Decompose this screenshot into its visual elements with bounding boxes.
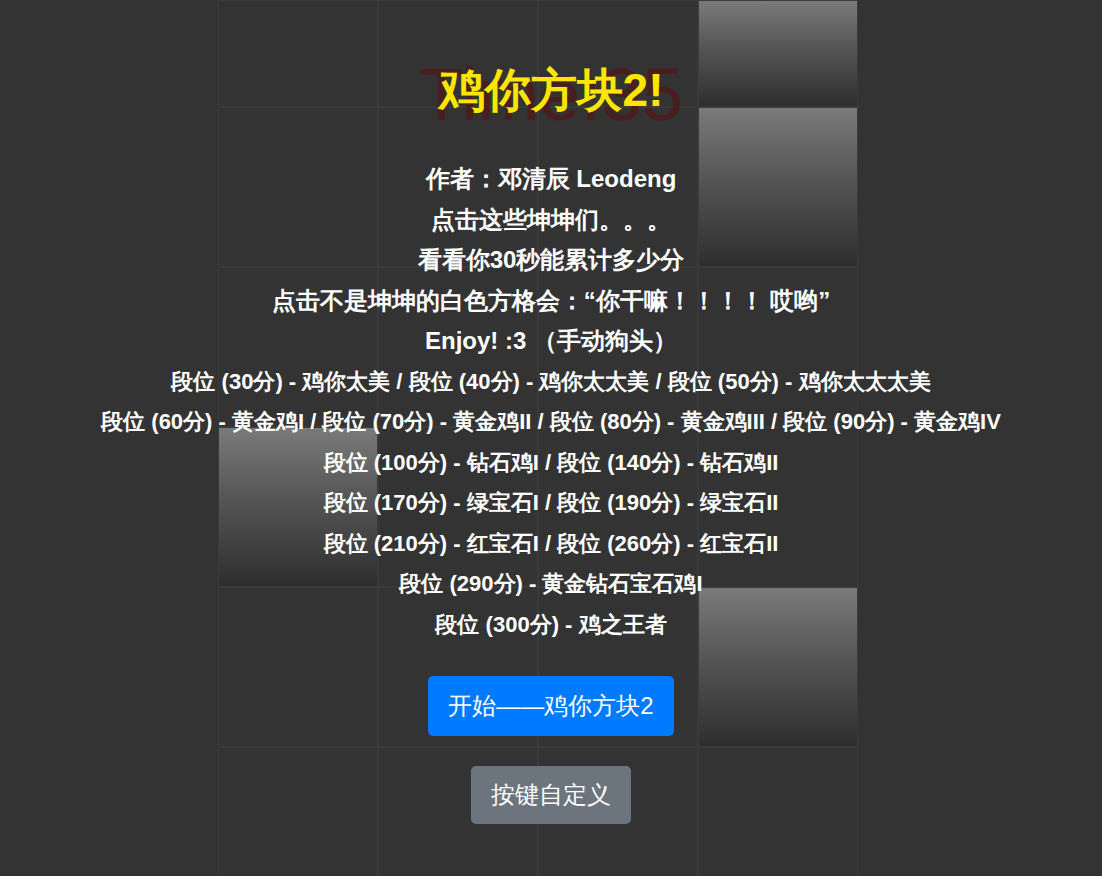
intro-line: 看看你30秒能累计多少分 xyxy=(418,240,685,281)
board-tile[interactable] xyxy=(698,587,858,747)
board-tile[interactable] xyxy=(218,747,378,876)
rank-line: 段位 (210分) - 红宝石I / 段位 (260分) - 红宝石II xyxy=(324,524,779,565)
rank-line: 段位 (300分) - 鸡之王者 xyxy=(435,605,666,646)
rank-line: 段位 (30分) - 鸡你太美 / 段位 (40分) - 鸡你太太美 / 段位 … xyxy=(171,362,930,403)
board-tile[interactable] xyxy=(698,0,858,107)
start-overlay: 鸡你方块2! 作者：邓清辰 Leodeng点击这些坤坤们。。。看看你30秒能累计多… xyxy=(0,0,1102,824)
board-tile[interactable] xyxy=(218,0,378,107)
board-tile[interactable] xyxy=(698,747,858,876)
intro-line: 点击这些坤坤们。。。 xyxy=(431,200,671,241)
start-button[interactable]: 开始——鸡你方块2 xyxy=(428,676,673,736)
intro-text: 作者：邓清辰 Leodeng点击这些坤坤们。。。看看你30秒能累计多少分点击不是… xyxy=(95,159,1007,645)
rank-line: 段位 (170分) - 绿宝石I / 段位 (190分) - 绿宝石II xyxy=(324,483,779,524)
game-page: Time:35鸡你方块2!作者：邓清辰 Leodeng点击这些坤坤们。。。看看你… xyxy=(0,0,1102,876)
intro-line: Enjoy! :3 （手动狗头） xyxy=(425,321,677,362)
rank-line: 段位 (100分) - 钻石鸡I / 段位 (140分) - 钻石鸡II xyxy=(324,443,779,484)
board-tile[interactable] xyxy=(218,587,378,747)
rank-line: 段位 (290分) - 黄金钻石宝石鸡I xyxy=(399,564,702,605)
intro-line: 点击不是坤坤的白色方格会：“你干嘛！！！！ 哎哟” xyxy=(272,281,831,322)
board-tile[interactable] xyxy=(218,107,378,267)
rank-line: 段位 (60分) - 黄金鸡I / 段位 (70分) - 黄金鸡II / 段位 … xyxy=(101,402,1001,443)
intro-line: 作者：邓清辰 Leodeng xyxy=(426,159,677,200)
board-tile[interactable] xyxy=(698,107,858,267)
game-title: 鸡你方块2! xyxy=(439,60,664,120)
key-settings-button[interactable]: 按键自定义 xyxy=(471,766,631,824)
